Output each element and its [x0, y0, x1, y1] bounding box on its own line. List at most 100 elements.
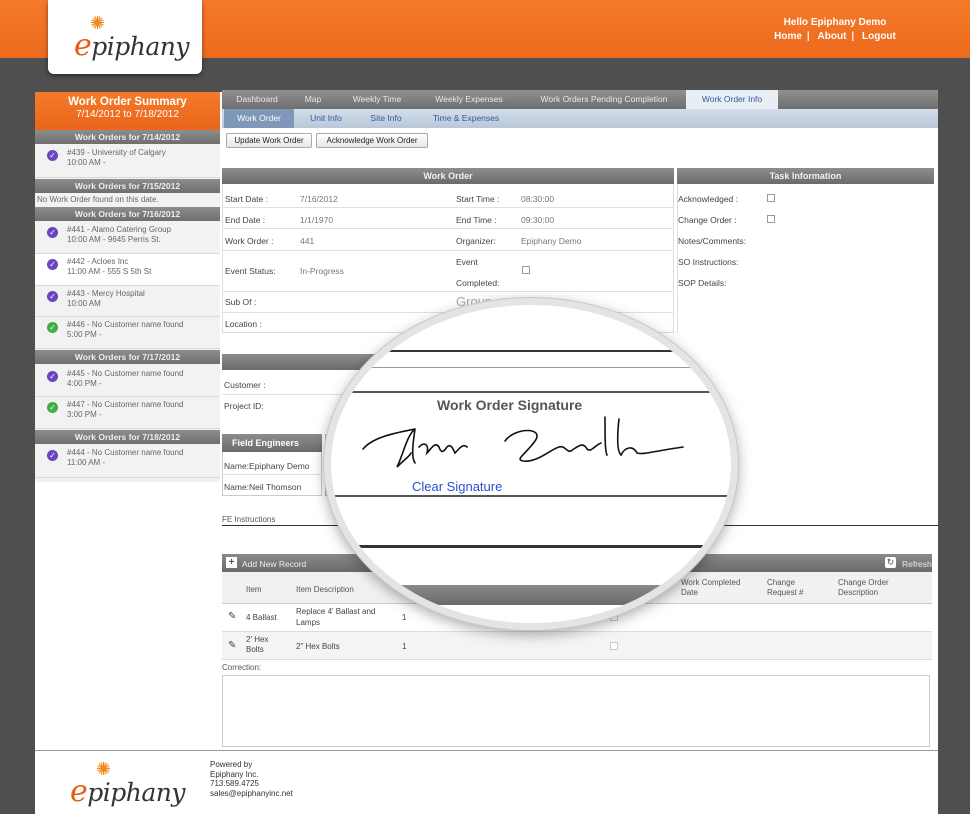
top-links: Home | About | Logout [760, 31, 910, 42]
work-order-item[interactable]: ✓ #444 - No Customer name found 11:00 AM … [35, 445, 220, 478]
task-info-title: Task Information [677, 168, 934, 184]
change-order-checkbox[interactable] [767, 215, 775, 223]
start-time-label: Start Time : [456, 194, 500, 204]
item-time: 10:00 AM [67, 299, 101, 308]
project-id-label: Project ID: [224, 401, 264, 411]
check-icon: ✓ [47, 259, 58, 270]
organizer-value: Epiphany Demo [521, 236, 582, 246]
work-order-item[interactable]: ✓ #443 - Mercy Hospital 10:00 AM [35, 286, 220, 317]
correction-textarea[interactable] [222, 675, 930, 747]
start-date-value: 7/16/2012 [300, 194, 338, 204]
row-checkbox[interactable] [610, 642, 618, 650]
engineer-name: Name:Epiphany Demo [224, 461, 310, 471]
event-completed-label: Event [456, 257, 478, 267]
item-title: #442 - Acloes Inc [67, 257, 129, 266]
check-icon: ✓ [47, 291, 58, 302]
end-date-label: End Date : [225, 215, 266, 225]
item-time: 10:00 AM - [67, 158, 106, 167]
summary-header: Work Order Summary 7/14/2012 to 7/18/201… [35, 92, 220, 130]
tab-map[interactable]: Map [292, 90, 334, 109]
item-title: #439 - University of Calgary [67, 148, 166, 157]
start-date-label: Start Date : [225, 194, 268, 204]
work-order-item[interactable]: ✓ #442 - Acloes Inc 11:00 AM - 555 S 5th … [35, 254, 220, 286]
update-work-order-button[interactable]: Update Work Order [226, 133, 312, 148]
divider [222, 228, 674, 229]
item-time: 4:00 PM - [67, 379, 102, 388]
acknowledge-work-order-button[interactable]: Acknowledge Work Order [316, 133, 428, 148]
work-order-label: Work Order : [225, 236, 274, 246]
work-order-panel-title: Work Order [222, 168, 674, 184]
tab-work-order-info[interactable]: Work Order Info [686, 90, 778, 109]
change-order-label: Change Order : [678, 215, 737, 225]
add-new-record-link[interactable]: Add New Record [242, 559, 306, 569]
sop-details-label: SOP Details: [678, 278, 727, 288]
edit-pencil-icon[interactable]: ✎ [228, 611, 236, 622]
end-time-value: 09:30:00 [521, 215, 555, 225]
notes-label: Notes/Comments: [678, 236, 747, 246]
greeting-text: Hello Epiphany Demo [783, 17, 887, 28]
magnified-grid-header [331, 585, 731, 605]
row-item-2: Bolts [246, 645, 264, 654]
summary-range: 7/14/2012 to 7/18/2012 [76, 109, 179, 120]
row-description-2: Lamps [296, 618, 321, 627]
row-item: 4 Ballast [246, 613, 277, 622]
work-order-item[interactable]: ✓ #447 - No Customer name found 3:00 PM - [35, 397, 220, 429]
work-order-item[interactable]: ✓ #446 - No Customer name found 5:00 PM - [35, 317, 220, 349]
work-order-item[interactable]: ✓ #441 - Alamo Catering Group 10:00 AM - … [35, 222, 220, 254]
divider [222, 291, 674, 292]
item-time: 3:00 PM - [67, 410, 102, 419]
date-header: Work Orders for 7/15/2012 [35, 179, 220, 193]
item-time: 11:00 AM - [67, 458, 106, 467]
check-icon: ✓ [47, 227, 58, 238]
frame-right [938, 58, 970, 814]
item-title: #444 - No Customer name found [67, 448, 184, 457]
company-name: Epiphany Inc. [210, 769, 259, 779]
column-change-request[interactable]: Change Request # [767, 578, 827, 598]
subtab-time-expenses[interactable]: Time & Expenses [418, 109, 514, 128]
date-header: Work Orders for 7/16/2012 [35, 207, 220, 221]
end-time-label: End Time : [456, 215, 497, 225]
tab-weekly-expenses[interactable]: Weekly Expenses [420, 90, 518, 109]
tab-pending-completion[interactable]: Work Orders Pending Completion [524, 90, 684, 109]
edit-pencil-icon[interactable]: ✎ [228, 640, 236, 651]
subtab-work-order[interactable]: Work Order [224, 109, 294, 128]
about-link[interactable]: About [813, 31, 852, 42]
field-engineers-title: Field Engineers [222, 434, 322, 452]
subtab-site-info[interactable]: Site Info [358, 109, 414, 128]
item-title: #447 - No Customer name found [67, 400, 184, 409]
email-link[interactable]: sales@epiphanyinc.net [210, 789, 293, 799]
so-instructions-label: SO Instructions: [678, 257, 739, 267]
check-icon: ✓ [47, 322, 58, 333]
row-qty: 1 [402, 613, 407, 622]
logo[interactable]: ✺ epiphany [48, 0, 202, 74]
check-icon: ✓ [47, 150, 58, 161]
event-status-label: Event Status: [225, 266, 276, 276]
work-order-item[interactable]: ✓ #439 - University of Calgary 10:00 AM - [35, 145, 220, 178]
sub-of-label: Sub Of : [225, 297, 257, 307]
fe-instructions-label: FE Instructions [222, 515, 276, 524]
signature-drawing[interactable] [355, 397, 715, 477]
subtab-unit-info[interactable]: Unit Info [298, 109, 354, 128]
date-header: Work Orders for 7/18/2012 [35, 430, 220, 444]
refresh-link[interactable]: Refresh [902, 559, 932, 569]
location-label: Location : [225, 319, 262, 329]
footer-logo-wordmark: epiphany [70, 774, 185, 809]
home-link[interactable]: Home [769, 31, 807, 42]
item-time: 11:00 AM - 555 S 5th St [67, 267, 152, 276]
work-order-item[interactable]: ✓ #445 - No Customer name found 4:00 PM - [35, 366, 220, 397]
logout-link[interactable]: Logout [857, 31, 901, 42]
start-time-value: 08:30:00 [521, 194, 555, 204]
clear-signature-link[interactable]: Clear Signature [412, 479, 502, 494]
acknowledged-label: Acknowledged : [678, 194, 739, 204]
tab-dashboard[interactable]: Dashboard [226, 90, 288, 109]
column-item[interactable]: Item [246, 585, 262, 595]
event-completed-label-2: Completed: [456, 278, 500, 288]
event-completed-checkbox[interactable] [522, 266, 530, 274]
tab-weekly-time[interactable]: Weekly Time [340, 90, 414, 109]
check-icon: ✓ [47, 371, 58, 382]
add-icon[interactable]: + [226, 557, 237, 568]
summary-title: Work Order Summary [68, 96, 187, 108]
column-change-order-desc[interactable]: Change Order Description [838, 578, 908, 598]
refresh-icon[interactable]: ↻ [885, 557, 896, 568]
acknowledged-checkbox[interactable] [767, 194, 775, 202]
